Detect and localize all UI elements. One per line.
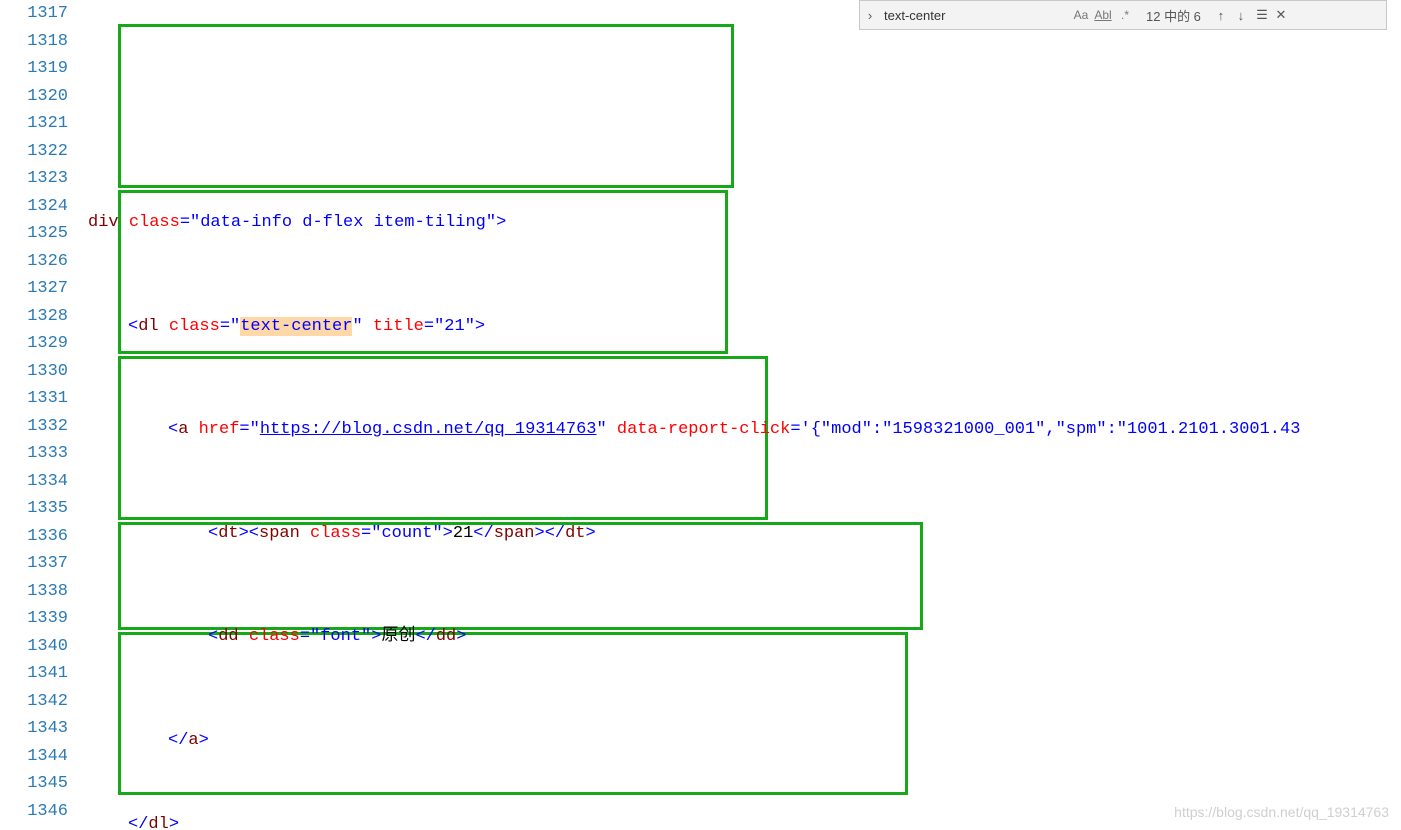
line-number: 1331 (0, 385, 68, 413)
line-number: 1340 (0, 633, 68, 661)
match-word-toggle[interactable]: Abl (1092, 8, 1114, 22)
line-number: 1341 (0, 660, 68, 688)
line-number: 1318 (0, 28, 68, 56)
highlight-box-1 (118, 24, 734, 188)
line-number: 1321 (0, 110, 68, 138)
line-number: 1339 (0, 605, 68, 633)
line-number: 1345 (0, 770, 68, 798)
find-expand-icon[interactable]: › (860, 8, 880, 23)
code-area[interactable]: div class="data-info d-flex item-tiling"… (88, 0, 1401, 830)
find-input[interactable] (880, 6, 1070, 25)
line-number: 1344 (0, 743, 68, 771)
find-widget: › Aa Abl .* 12 中的 6 ↑ ↓ ☰ ✕ (859, 0, 1387, 30)
find-next-icon[interactable]: ↓ (1231, 8, 1251, 23)
line-number: 1319 (0, 55, 68, 83)
line-number: 1346 (0, 798, 68, 826)
line-number: 1325 (0, 220, 68, 248)
code-editor: 1317131813191320132113221323132413251326… (0, 0, 1401, 830)
line-number: 1322 (0, 138, 68, 166)
line-number: 1336 (0, 523, 68, 551)
line-number: 1334 (0, 468, 68, 496)
line-number: 1323 (0, 165, 68, 193)
line-number: 1337 (0, 550, 68, 578)
line-number: 1324 (0, 193, 68, 221)
line-number: 1328 (0, 303, 68, 331)
watermark-text: https://blog.csdn.net/qq_19314763 (1174, 804, 1389, 820)
highlight-box-5 (118, 632, 908, 795)
line-number: 1317 (0, 0, 68, 28)
line-number: 1320 (0, 83, 68, 111)
line-number-gutter: 1317131813191320132113221323132413251326… (0, 0, 88, 830)
line-number: 1335 (0, 495, 68, 523)
line-number: 1326 (0, 248, 68, 276)
code-line: div class="data-info d-flex item-tiling"… (88, 209, 1401, 237)
find-close-icon[interactable]: ✕ (1271, 7, 1291, 23)
match-case-toggle[interactable]: Aa (1070, 8, 1092, 22)
line-number: 1332 (0, 413, 68, 441)
line-number: 1338 (0, 578, 68, 606)
line-number: 1327 (0, 275, 68, 303)
line-number: 1329 (0, 330, 68, 358)
line-number: 1343 (0, 715, 68, 743)
line-number: 1342 (0, 688, 68, 716)
line-number: 1333 (0, 440, 68, 468)
find-result-count: 12 中的 6 (1146, 6, 1201, 25)
regex-toggle[interactable]: .* (1114, 8, 1136, 22)
find-options-icon[interactable]: ☰ (1251, 7, 1271, 23)
line-number: 1330 (0, 358, 68, 386)
find-prev-icon[interactable]: ↑ (1211, 8, 1231, 23)
